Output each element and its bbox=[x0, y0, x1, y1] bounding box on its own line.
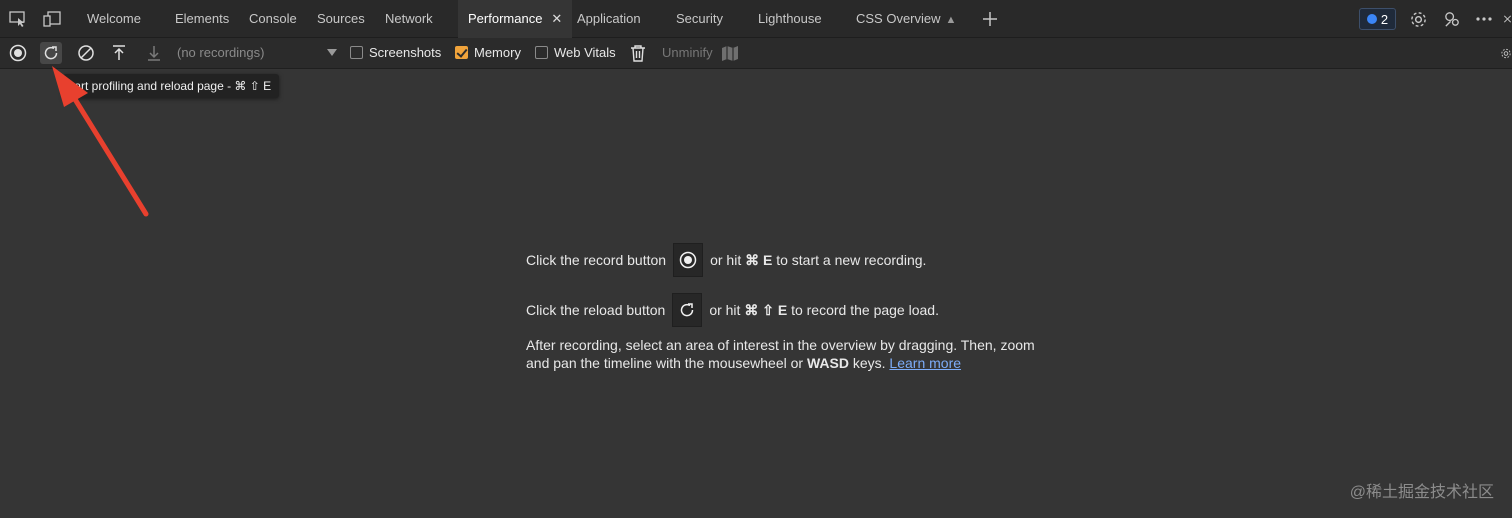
learn-more-link[interactable]: Learn more bbox=[889, 355, 961, 371]
reload-button-inline[interactable] bbox=[672, 293, 703, 327]
devtools-tab-bar: Welcome Elements Console Sources Network… bbox=[0, 0, 1512, 40]
reload-text-mid: or hit bbox=[709, 302, 741, 318]
record-icon bbox=[679, 251, 697, 269]
tab-security[interactable]: Security bbox=[676, 0, 723, 38]
tab-label: Application bbox=[577, 11, 641, 26]
tab-sources[interactable]: Sources bbox=[317, 0, 365, 38]
customize-devtools-icon[interactable] bbox=[1442, 9, 1462, 29]
reload-instruction: Click the reload button or hit ⌘ ⇧ E to … bbox=[526, 293, 939, 327]
tab-console[interactable]: Console bbox=[249, 0, 297, 38]
record-instruction: Click the record button or hit ⌘ E to st… bbox=[526, 243, 926, 277]
tab-label: Performance bbox=[468, 11, 543, 26]
chevron-down-icon[interactable] bbox=[327, 49, 337, 56]
trash-icon[interactable] bbox=[627, 42, 649, 64]
record-text-post: to start a new recording. bbox=[776, 252, 927, 268]
close-icon[interactable]: ✕ bbox=[551, 11, 562, 26]
experimental-flask-icon: ▲ bbox=[945, 14, 957, 26]
memory-label[interactable]: Memory bbox=[474, 38, 521, 68]
reload-text-post: to record the page load. bbox=[791, 302, 939, 318]
tab-lighthouse[interactable]: Lighthouse bbox=[758, 0, 822, 38]
tab-label: Sources bbox=[317, 11, 365, 26]
wasd-keys: WASD bbox=[806, 355, 849, 371]
reload-text-pre: Click the reload button bbox=[526, 302, 666, 318]
tab-css-overview[interactable]: CSS Overview ▲ bbox=[856, 0, 956, 38]
instruction-paragraph: After recording, select an area of inter… bbox=[526, 336, 1046, 372]
record-shortcut: ⌘ E bbox=[745, 251, 773, 268]
screenshots-checkbox[interactable] bbox=[350, 46, 363, 59]
screenshots-label[interactable]: Screenshots bbox=[369, 38, 441, 68]
memory-checkbox[interactable] bbox=[455, 46, 468, 59]
tab-label: Lighthouse bbox=[758, 11, 822, 26]
watermark: @稀土掘金技术社区 bbox=[1349, 484, 1494, 501]
tab-label: CSS Overview bbox=[856, 11, 941, 26]
record-text-pre: Click the record button bbox=[526, 252, 667, 268]
issues-badge[interactable]: 2 bbox=[1359, 8, 1396, 30]
issues-count: 2 bbox=[1380, 11, 1389, 27]
reload-shortcut: ⌘ ⇧ E bbox=[744, 301, 788, 318]
close-devtools-icon[interactable] bbox=[1503, 9, 1512, 29]
annotation-arrow bbox=[52, 66, 149, 217]
tab-application[interactable]: Application bbox=[577, 0, 641, 38]
web-vitals-checkbox[interactable] bbox=[535, 46, 548, 59]
record-text-mid: or hit bbox=[710, 252, 742, 268]
tab-label: Security bbox=[676, 11, 723, 26]
tab-network[interactable]: Network bbox=[385, 0, 433, 38]
issues-icon bbox=[1366, 14, 1377, 24]
more-options-icon[interactable] bbox=[1474, 9, 1494, 29]
tab-performance[interactable]: Performance ✕ bbox=[458, 0, 573, 40]
reload-icon bbox=[681, 303, 694, 317]
add-tab-icon[interactable] bbox=[980, 9, 1000, 29]
capture-settings-gear-icon[interactable] bbox=[1500, 42, 1512, 64]
paragraph-text-end: keys. bbox=[852, 355, 886, 371]
gear-icon[interactable] bbox=[1408, 9, 1428, 29]
record-button-inline[interactable] bbox=[673, 243, 704, 277]
unminify-label[interactable]: Unminify bbox=[662, 38, 713, 68]
tab-label: Console bbox=[249, 11, 297, 26]
source-map-icon[interactable] bbox=[719, 42, 741, 64]
performance-toolbar: (no recordings) Screenshots Memory Web V… bbox=[0, 38, 1512, 69]
web-vitals-label[interactable]: Web Vitals bbox=[554, 38, 616, 68]
tab-label: Network bbox=[385, 11, 433, 26]
